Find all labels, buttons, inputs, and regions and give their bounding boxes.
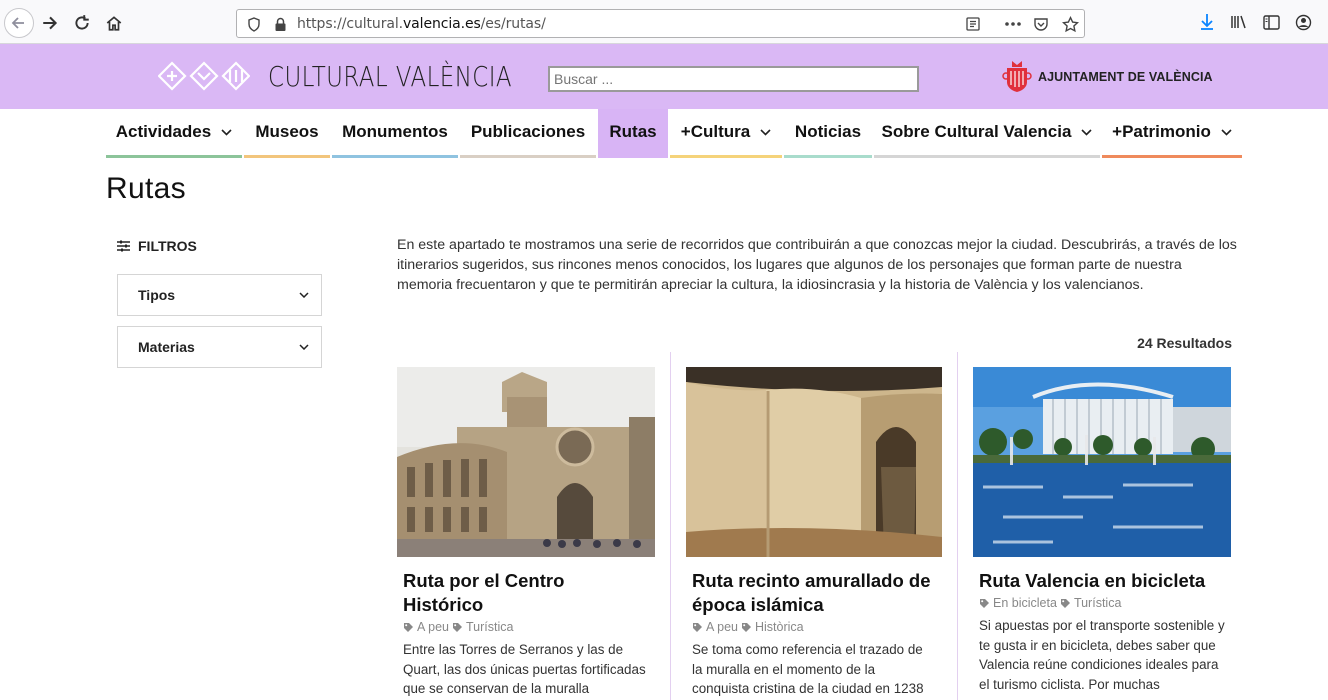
card-divider	[670, 352, 671, 700]
tag-icon	[1060, 598, 1071, 609]
intro-text: En este apartado te mostramos una serie …	[397, 237, 1237, 293]
tag-label[interactable]: Turística	[466, 620, 513, 634]
chevron-down-icon	[1221, 128, 1232, 136]
filters-heading: FILTROS	[117, 238, 197, 254]
download-icon[interactable]	[1197, 12, 1217, 32]
tag-label[interactable]: A peu	[706, 620, 738, 634]
nav-label: Rutas	[609, 122, 657, 141]
chevron-down-icon	[760, 128, 771, 136]
card-description: Se toma como referencia el trazado de la…	[692, 642, 924, 696]
filter-materias[interactable]: Materias	[117, 326, 322, 368]
chevron-down-icon	[1081, 128, 1093, 136]
filter-label: Tipos	[138, 287, 176, 303]
lock-icon[interactable]	[271, 15, 289, 33]
filter-label: Materias	[138, 339, 195, 355]
main-navigation: Actividades Museos Monumentos Publicacio…	[106, 109, 1244, 158]
route-card[interactable]: Ruta Valencia en bicicleta En bicicleta …	[973, 367, 1231, 694]
nav-item-monumentos[interactable]: Monumentos	[332, 109, 458, 158]
tag-icon	[452, 622, 463, 633]
chevron-down-icon	[299, 292, 309, 298]
arrow-left-icon	[11, 17, 24, 29]
tag-icon	[979, 598, 990, 609]
nav-item-noticias[interactable]: Noticias	[784, 109, 872, 158]
nav-item-actividades[interactable]: Actividades	[106, 109, 242, 158]
search-input[interactable]	[548, 66, 919, 92]
back-button[interactable]	[4, 8, 34, 38]
card-tags: En bicicleta Turística	[979, 596, 1225, 610]
card-tags: A peu Turística	[403, 620, 649, 634]
ayuntamiento-label: AJUNTAMENT DE VALÈNCIA	[1038, 70, 1213, 84]
arrow-right-icon	[43, 16, 58, 30]
route-card[interactable]: Ruta por el Centro Histórico A peu Turís…	[397, 367, 655, 700]
tag-label[interactable]: A peu	[417, 620, 449, 634]
nav-item-museos[interactable]: Museos	[244, 109, 330, 158]
cathedral-image[interactable]	[397, 367, 655, 557]
browser-toolbar: https://cultural.valencia.es/es/rutas/	[0, 0, 1328, 44]
chevron-down-icon	[299, 344, 309, 350]
card-description: Si apuestas por el transporte sostenible…	[979, 618, 1225, 692]
nav-label: Actividades	[115, 122, 212, 141]
more-actions-icon[interactable]	[1004, 15, 1022, 33]
nav-label: Noticias	[794, 122, 862, 141]
islamic-wall-image[interactable]	[686, 367, 942, 557]
nav-item-rutas[interactable]: Rutas	[598, 109, 668, 158]
nav-item-mas-cultura[interactable]: +Cultura	[670, 109, 782, 158]
card-title[interactable]: Ruta recinto amurallado de época islámic…	[692, 569, 936, 617]
nav-label: Museos	[255, 122, 319, 141]
home-icon	[106, 16, 122, 31]
sidebar-icon[interactable]	[1261, 12, 1281, 32]
nav-label: +Patrimonio	[1112, 122, 1211, 141]
reload-icon	[75, 15, 89, 30]
card-title[interactable]: Ruta Valencia en bicicleta	[979, 569, 1225, 593]
nav-label: Sobre Cultural Valencia	[881, 122, 1072, 141]
nav-item-sobre-cultural-valencia[interactable]: Sobre Cultural Valencia	[874, 109, 1100, 158]
library-icon[interactable]	[1229, 12, 1249, 32]
page-title: Rutas	[106, 172, 186, 205]
reader-view-icon[interactable]	[964, 15, 982, 33]
filters-label: FILTROS	[138, 238, 197, 254]
url-text: https://cultural.valencia.es/es/rutas/	[297, 16, 546, 32]
nav-label: +Cultura	[680, 122, 751, 141]
reload-button[interactable]	[70, 11, 94, 35]
tag-icon	[692, 622, 703, 633]
account-icon[interactable]	[1293, 12, 1313, 32]
home-button[interactable]	[102, 11, 126, 35]
tag-icon	[403, 622, 414, 633]
nav-label: Publicaciones	[470, 122, 586, 141]
logo-mark[interactable]	[158, 61, 250, 91]
tag-label[interactable]: En bicicleta	[993, 596, 1057, 610]
palau-musica-image[interactable]	[973, 367, 1231, 557]
chevron-down-icon	[221, 128, 232, 136]
nav-item-publicaciones[interactable]: Publicaciones	[460, 109, 596, 158]
card-description: Entre las Torres de Serranos y las de Qu…	[403, 642, 646, 696]
tag-label[interactable]: Turística	[1074, 596, 1121, 610]
card-divider	[957, 352, 958, 700]
tag-icon	[741, 622, 752, 633]
filter-tipos[interactable]: Tipos	[117, 274, 322, 316]
city-crest-icon	[1002, 61, 1032, 92]
pocket-icon[interactable]	[1032, 15, 1050, 33]
card-tags: A peu Històrica	[692, 620, 936, 634]
bookmark-star-icon[interactable]	[1061, 15, 1079, 33]
route-card[interactable]: Ruta recinto amurallado de época islámic…	[686, 367, 942, 699]
card-title[interactable]: Ruta por el Centro Histórico	[403, 569, 649, 617]
site-logo-text[interactable]: CULTURAL VALÈNCIA	[268, 60, 512, 93]
site-header: CULTURAL VALÈNCIA AJUNTAMENT DE VALÈNCIA	[0, 44, 1328, 109]
sliders-icon	[117, 240, 130, 252]
address-bar[interactable]: https://cultural.valencia.es/es/rutas/	[236, 9, 1085, 38]
nav-label: Monumentos	[342, 122, 448, 141]
ayuntamiento-logo[interactable]: AJUNTAMENT DE VALÈNCIA	[1002, 60, 1213, 94]
nav-item-mas-patrimonio[interactable]: +Patrimonio	[1102, 109, 1242, 158]
shield-icon[interactable]	[245, 15, 263, 33]
results-count: 24 Resultados	[1137, 335, 1232, 351]
forward-button[interactable]	[38, 11, 62, 35]
tag-label[interactable]: Històrica	[755, 620, 804, 634]
